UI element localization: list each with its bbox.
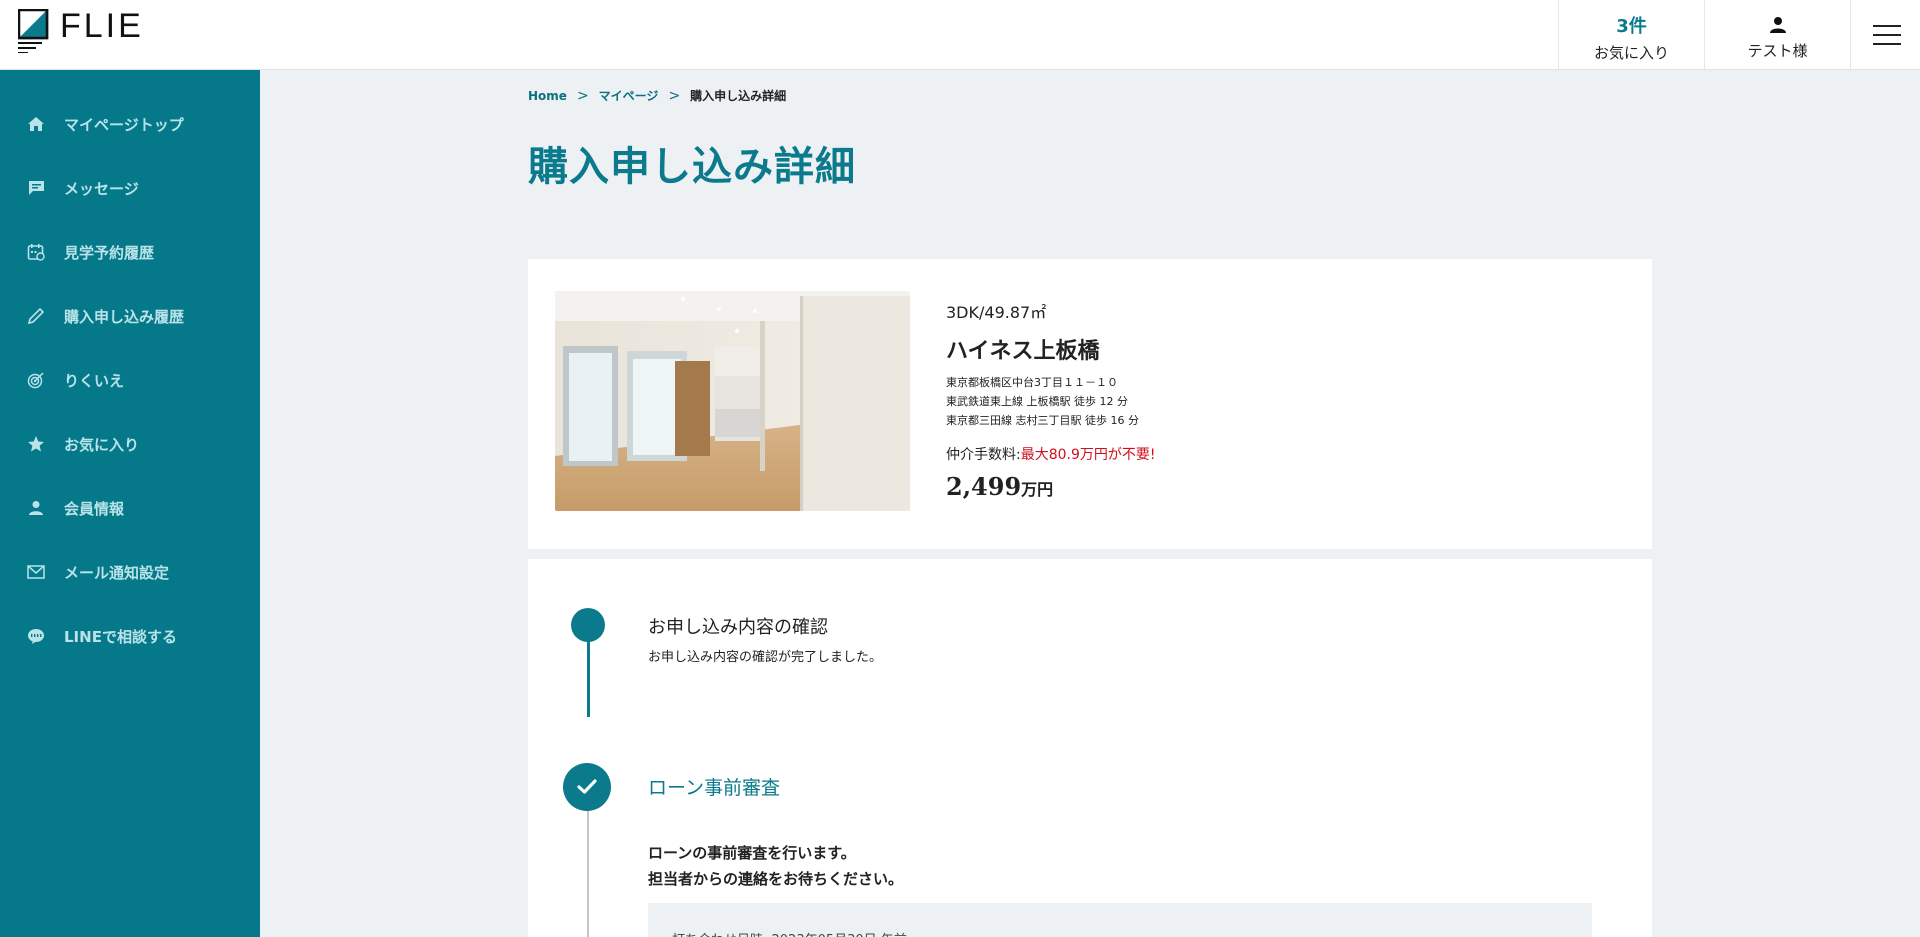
brokerage-fee: 仲介手数料:最大80.9万円が不要! xyxy=(946,444,1156,464)
person-icon xyxy=(26,498,46,518)
step-desc-loan-review: ローンの事前審査を行います。 担当者からの連絡をお待ちください。 xyxy=(648,840,903,892)
application-progress-panel: お申し込み内容の確認 お申し込み内容の確認が完了しました。 ローン事前審査 ロー… xyxy=(528,559,1652,937)
breadcrumb-current: 購入申し込み詳細 xyxy=(690,89,787,103)
loan-review-line: 担当者からの連絡をお待ちください。 xyxy=(648,870,904,888)
favorites-count: 3件 xyxy=(1616,16,1647,37)
header-user-button[interactable]: テスト様 xyxy=(1704,0,1850,70)
sidebar-item-visit-history[interactable]: 見学予約履歴 xyxy=(0,232,260,272)
logo-text: FLIE xyxy=(60,7,144,45)
sidebar-item-label: 見学予約履歴 xyxy=(64,243,155,262)
sidebar-item-label: メール通知設定 xyxy=(64,563,170,582)
fee-value: 最大80.9万円が不要! xyxy=(1020,447,1156,463)
property-address: 東京都板橋区中台3丁目１１－１０ xyxy=(946,376,1118,389)
hamburger-menu-button[interactable] xyxy=(1850,0,1920,70)
sidebar-item-label: LINEで相談する xyxy=(64,627,177,646)
breadcrumb-separator: > xyxy=(576,87,589,104)
header-favorites-button[interactable]: 3件 お気に入り xyxy=(1558,0,1704,70)
step-title-loan-review: ローン事前審査 xyxy=(648,777,781,799)
timeline-check-icon xyxy=(563,763,611,811)
sidebar: マイページトップ メッセージ 見学予約履歴 購入申し込み履歴 りくいえ お気に入… xyxy=(0,70,260,937)
breadcrumb-separator: > xyxy=(668,87,681,104)
breadcrumb: Home > マイページ > 購入申し込み詳細 xyxy=(528,87,786,104)
user-icon xyxy=(1769,17,1786,33)
sidebar-item-label: りくいえ xyxy=(64,371,125,390)
sidebar-item-member-info[interactable]: 会員情報 xyxy=(0,488,260,528)
user-label: テスト様 xyxy=(1747,42,1808,60)
favorites-label: お気に入り xyxy=(1593,44,1669,62)
breadcrumb-mypage-link[interactable]: マイページ xyxy=(599,87,659,104)
page-title: 購入申し込み詳細 xyxy=(528,144,856,190)
sidebar-item-purchase-history[interactable]: 購入申し込み履歴 xyxy=(0,296,260,336)
target-icon xyxy=(26,370,46,390)
property-access: 東京都三田線 志村三丁目駅 徒歩 16 分 xyxy=(946,414,1139,427)
sidebar-item-mail-settings[interactable]: メール通知設定 xyxy=(0,552,260,592)
property-spec: 3DK/49.87㎡ xyxy=(946,303,1047,322)
line-chat-icon xyxy=(26,626,46,646)
site-header: FLIE 3件 お気に入り テスト様 xyxy=(0,0,1920,70)
hamburger-icon xyxy=(1873,25,1901,27)
meeting-datetime: 打ち合わせ日時: 2023年05月30日 午前 xyxy=(672,929,907,937)
timeline-step-dot xyxy=(571,608,605,642)
sidebar-item-mypage-top[interactable]: マイページトップ xyxy=(0,104,260,144)
property-card: 3DK/49.87㎡ ハイネス上板橋 東京都板橋区中台3丁目１１－１０ 東武鉄道… xyxy=(528,259,1652,549)
step-desc-confirmation: お申し込み内容の確認が完了しました。 xyxy=(648,650,883,665)
logo[interactable]: FLIE xyxy=(17,7,144,54)
property-name[interactable]: ハイネス上板橋 xyxy=(946,333,1156,365)
property-photo[interactable] xyxy=(555,291,910,511)
price-unit: 万円 xyxy=(1021,480,1054,499)
sidebar-item-favorites[interactable]: お気に入り xyxy=(0,424,260,464)
breadcrumb-home-link[interactable]: Home xyxy=(528,89,567,103)
hamburger-icon-bar xyxy=(1873,43,1901,45)
step-title-confirmation: お申し込み内容の確認 xyxy=(648,617,828,638)
star-icon xyxy=(26,434,46,454)
calendar-icon xyxy=(26,242,46,262)
loan-review-line: ローンの事前審査を行います。 xyxy=(648,844,856,862)
sidebar-item-label: メッセージ xyxy=(64,179,139,198)
message-icon xyxy=(26,178,46,198)
sidebar-item-label: お気に入り xyxy=(64,435,140,454)
home-icon xyxy=(26,114,46,134)
property-info: 3DK/49.87㎡ ハイネス上板橋 東京都板橋区中台3丁目１１－１０ 東武鉄道… xyxy=(946,299,1156,501)
sidebar-item-messages[interactable]: メッセージ xyxy=(0,168,260,208)
pencil-icon xyxy=(26,306,46,326)
sidebar-item-label: 会員情報 xyxy=(64,499,125,518)
timeline-line-pending xyxy=(587,801,589,937)
fee-label: 仲介手数料: xyxy=(946,447,1021,463)
sidebar-item-label: 購入申し込み履歴 xyxy=(64,307,185,326)
logo-mark-icon xyxy=(17,8,50,54)
property-access: 東武鉄道東上線 上板橋駅 徒歩 12 分 xyxy=(946,395,1128,408)
sidebar-item-rikuie[interactable]: りくいえ xyxy=(0,360,260,400)
sidebar-item-label: マイページトップ xyxy=(64,115,184,134)
hamburger-icon-bar xyxy=(1873,34,1901,36)
property-price: 2,499万円 xyxy=(946,472,1156,501)
meeting-info-box: 打ち合わせ日時: 2023年05月30日 午前 xyxy=(648,903,1592,937)
mail-icon xyxy=(26,562,46,582)
property-address-block: 東京都板橋区中台3丁目１１－１０ 東武鉄道東上線 上板橋駅 徒歩 12 分 東京… xyxy=(946,373,1156,430)
sidebar-item-line-consult[interactable]: LINEで相談する xyxy=(0,616,260,656)
price-value: 2,499 xyxy=(946,472,1022,501)
